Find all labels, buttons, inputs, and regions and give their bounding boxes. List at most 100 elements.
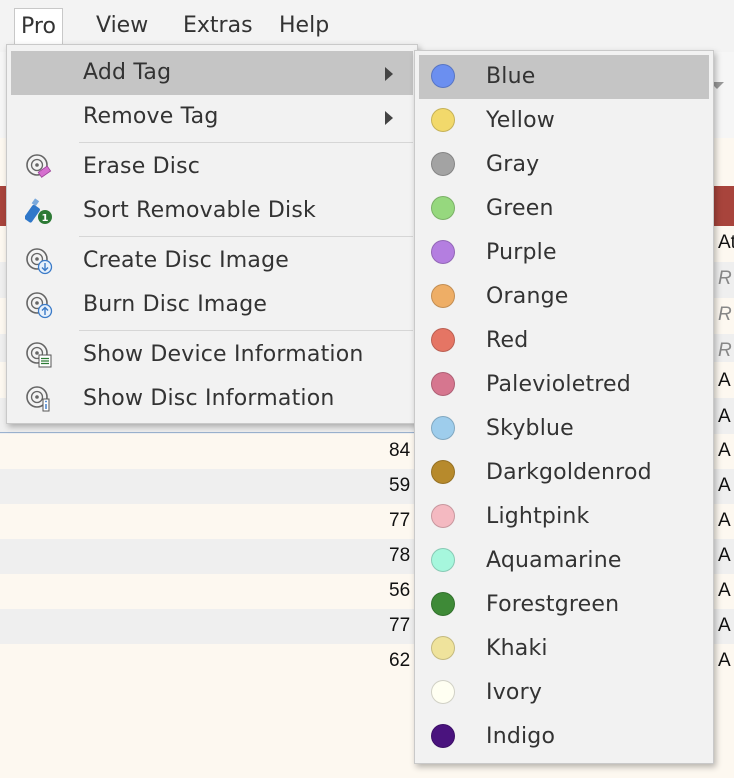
tag-label: Red xyxy=(486,328,529,353)
tag-label: Ivory xyxy=(486,680,543,705)
menu-separator xyxy=(79,142,413,143)
table-cell: A xyxy=(718,580,731,601)
menu-separator xyxy=(79,236,413,237)
table-divider xyxy=(0,432,414,433)
menu-item-sort-removable-disk[interactable]: 1 Sort Removable Disk xyxy=(11,189,413,233)
color-swatch-icon xyxy=(431,108,455,132)
menu-help[interactable]: Help xyxy=(273,8,335,44)
color-swatch-icon xyxy=(431,548,455,572)
table-cell: A xyxy=(718,406,731,427)
color-swatch-icon xyxy=(431,460,455,484)
menu-item-show-device-information[interactable]: Show Device Information xyxy=(11,333,413,377)
tag-label: Yellow xyxy=(486,108,555,133)
color-swatch-icon xyxy=(431,152,455,176)
table-cell: A xyxy=(718,475,731,496)
submenu-arrow-icon xyxy=(385,67,393,81)
svg-text:1: 1 xyxy=(42,213,49,224)
pro-dropdown-menu: Add Tag Remove Tag Erase Disc 1 Sort Rem… xyxy=(6,44,418,424)
color-swatch-icon xyxy=(431,372,455,396)
table-cell: A xyxy=(718,370,731,391)
color-swatch-icon xyxy=(431,504,455,528)
tag-label: Palevioletred xyxy=(486,372,631,397)
tag-item-forestgreen[interactable]: Forestgreen xyxy=(419,583,709,627)
color-swatch-icon xyxy=(431,680,455,704)
tag-item-green[interactable]: Green xyxy=(419,187,709,231)
tag-item-indigo[interactable]: Indigo xyxy=(419,715,709,759)
tag-item-lightpink[interactable]: Lightpink xyxy=(419,495,709,539)
table-cell: A xyxy=(718,545,731,566)
menu-item-label: Create Disc Image xyxy=(83,248,289,273)
menu-item-label: Sort Removable Disk xyxy=(83,198,316,223)
tag-item-khaki[interactable]: Khaki xyxy=(419,627,709,671)
menu-item-label: Show Disc Information xyxy=(83,386,335,411)
tag-label: Khaki xyxy=(486,636,548,661)
table-cell: R xyxy=(718,268,732,289)
tag-label: Aquamarine xyxy=(486,548,622,573)
menu-item-label: Erase Disc xyxy=(83,154,201,179)
tag-label: Gray xyxy=(486,152,540,177)
menu-item-label: Show Device Information xyxy=(83,342,364,367)
menu-item-remove-tag[interactable]: Remove Tag xyxy=(11,95,413,139)
tag-item-gray[interactable]: Gray xyxy=(419,143,709,187)
tag-label: Orange xyxy=(486,284,569,309)
tag-item-purple[interactable]: Purple xyxy=(419,231,709,275)
table-cell: 56 xyxy=(389,580,411,601)
tag-label: Green xyxy=(486,196,554,221)
table-cell: A xyxy=(718,510,731,531)
table-cell: 59 xyxy=(389,475,411,496)
menu-item-erase-disc[interactable]: Erase Disc xyxy=(11,145,413,189)
color-swatch-icon xyxy=(431,724,455,748)
color-swatch-icon xyxy=(431,328,455,352)
tag-label: Skyblue xyxy=(486,416,574,441)
menu-item-add-tag[interactable]: Add Tag xyxy=(11,51,413,95)
tag-item-ivory[interactable]: Ivory xyxy=(419,671,709,715)
menu-pro[interactable]: Pro xyxy=(14,8,63,45)
tag-label: Lightpink xyxy=(486,504,590,529)
menu-item-label: Burn Disc Image xyxy=(83,292,268,317)
tag-item-aquamarine[interactable]: Aquamarine xyxy=(419,539,709,583)
disc-list-icon xyxy=(25,341,53,369)
tag-item-red[interactable]: Red xyxy=(419,319,709,363)
menu-item-label: Add Tag xyxy=(83,60,172,85)
tag-label: Purple xyxy=(486,240,557,265)
tag-item-blue[interactable]: Blue xyxy=(419,55,709,99)
table-cell: 62 xyxy=(389,650,411,671)
table-cell: 77 xyxy=(389,510,411,531)
table-cell: R xyxy=(718,304,732,325)
tag-item-palevioletred[interactable]: Palevioletred xyxy=(419,363,709,407)
menu-extras[interactable]: Extras xyxy=(177,8,259,44)
tag-label: Indigo xyxy=(486,724,556,749)
table-cell: 78 xyxy=(389,545,411,566)
color-swatch-icon xyxy=(431,636,455,660)
tag-item-yellow[interactable]: Yellow xyxy=(419,99,709,143)
table-cell: R xyxy=(718,340,732,361)
menu-item-show-disc-information[interactable]: Show Disc Information xyxy=(11,377,413,421)
table-cell: A xyxy=(718,650,731,671)
tag-label: Blue xyxy=(486,64,536,89)
add-tag-submenu: Blue Yellow Gray Green Purple Orange Red… xyxy=(414,50,714,764)
menu-separator xyxy=(79,330,413,331)
table-cell: At xyxy=(718,232,734,253)
disc-info-icon xyxy=(25,385,53,413)
disc-download-icon xyxy=(25,247,53,275)
tag-item-darkgoldenrod[interactable]: Darkgoldenrod xyxy=(419,451,709,495)
menu-view[interactable]: View xyxy=(90,8,154,44)
menu-item-label: Remove Tag xyxy=(83,104,219,129)
menu-item-create-disc-image[interactable]: Create Disc Image xyxy=(11,239,413,283)
tag-label: Forestgreen xyxy=(486,592,620,617)
color-swatch-icon xyxy=(431,64,455,88)
table-cell: A xyxy=(718,440,731,461)
color-swatch-icon xyxy=(431,196,455,220)
color-swatch-icon xyxy=(431,284,455,308)
table-cell: A xyxy=(718,615,731,636)
color-swatch-icon xyxy=(431,416,455,440)
table-cell: 77 xyxy=(389,615,411,636)
usb-drive-badge-icon: 1 xyxy=(24,197,53,225)
submenu-arrow-icon xyxy=(385,111,393,125)
tag-item-orange[interactable]: Orange xyxy=(419,275,709,319)
tag-item-skyblue[interactable]: Skyblue xyxy=(419,407,709,451)
table-cell: 84 xyxy=(389,440,411,461)
color-swatch-icon xyxy=(431,240,455,264)
menu-item-burn-disc-image[interactable]: Burn Disc Image xyxy=(11,283,413,327)
disc-eraser-icon xyxy=(25,153,53,181)
